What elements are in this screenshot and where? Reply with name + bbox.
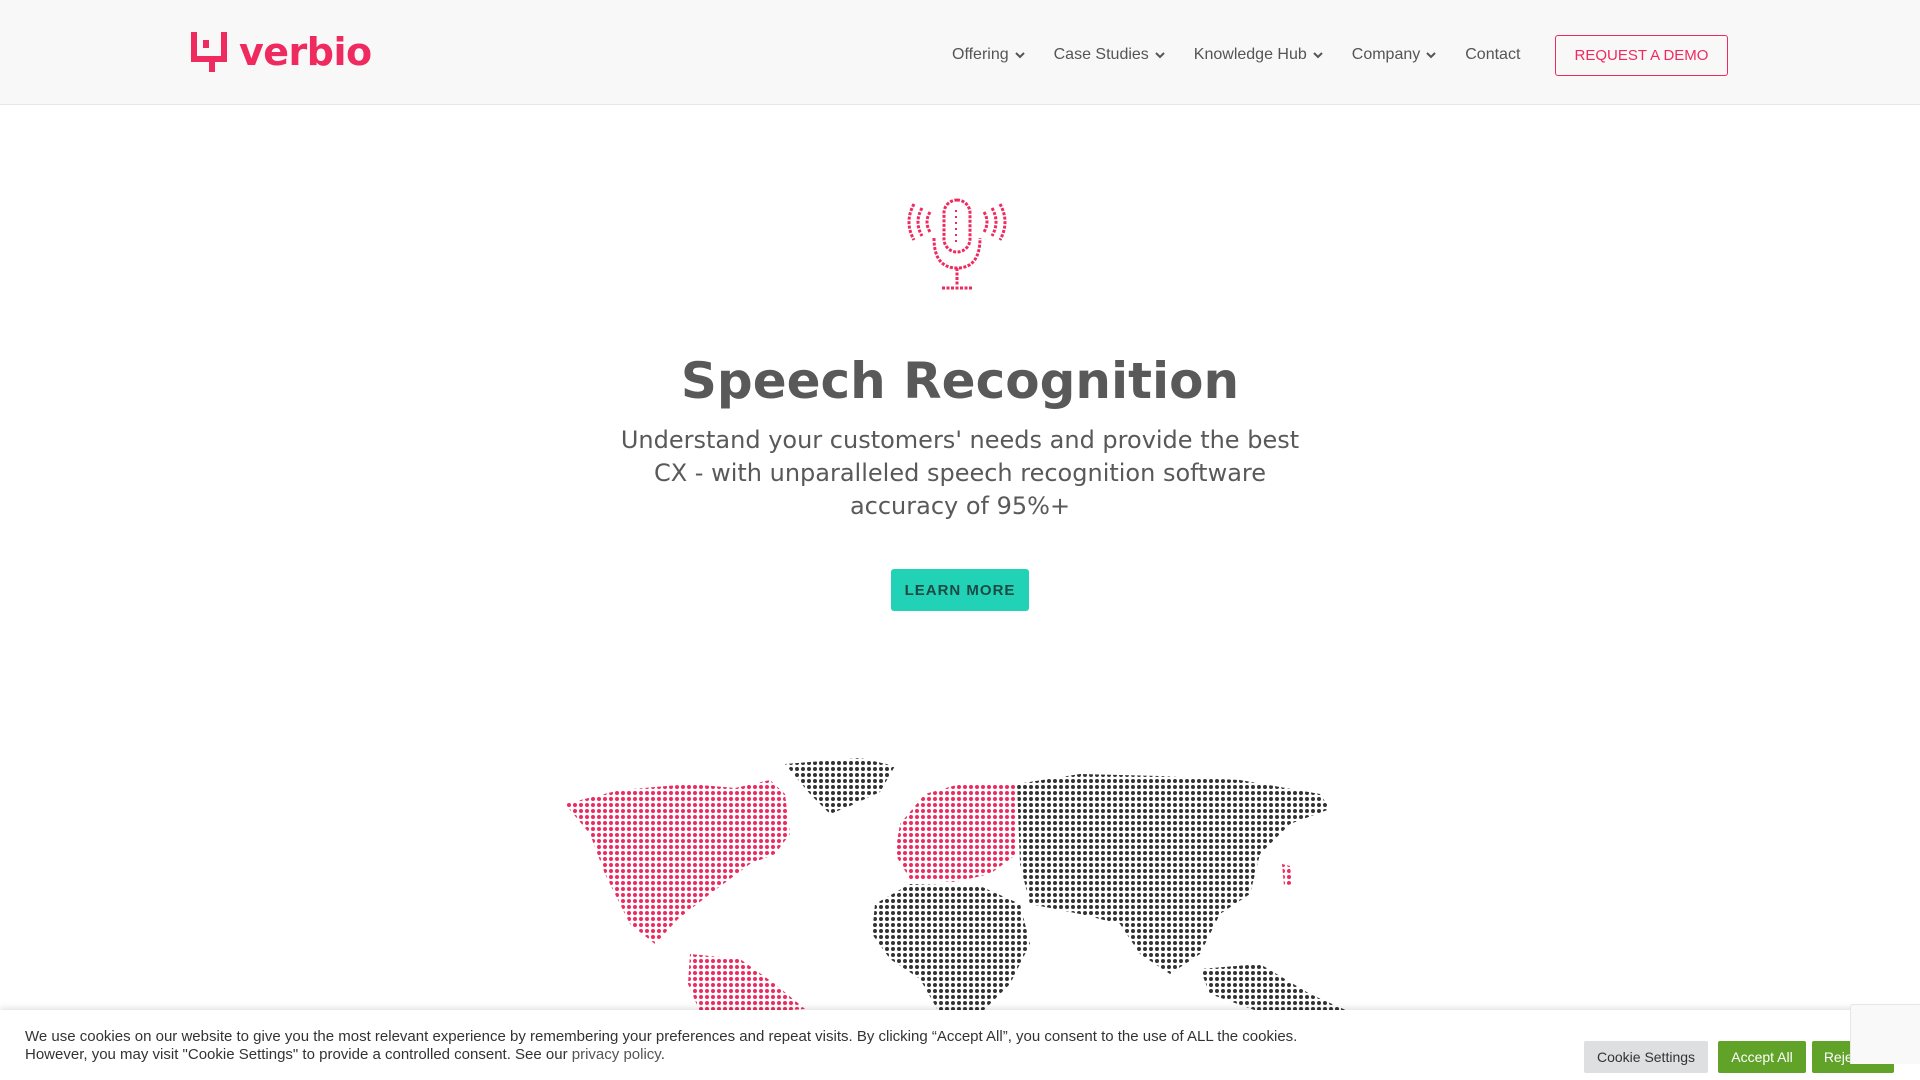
nav-item-contact[interactable]: Contact [1465,46,1520,64]
recaptcha-badge[interactable] [1850,1004,1920,1064]
cookie-banner: We use cookies on our website to give yo… [0,1010,1920,1080]
cookie-message: We use cookies on our website to give yo… [25,1028,1325,1064]
brand-logo[interactable]: verbio [191,32,372,72]
hero-subtitle: Understand your customers' needs and pro… [620,426,1300,520]
nav-item-knowledge-hub[interactable]: Knowledge Hub [1194,46,1323,64]
nav-label: Offering [952,46,1009,63]
brand-name: verbio [239,30,372,74]
chevron-down-icon [1014,52,1025,59]
chevron-down-icon [1426,52,1436,59]
request-demo-button[interactable]: REQUEST A DEMO [1555,35,1728,76]
cookie-text-end: . [660,1046,665,1063]
microphone-icon [907,198,1007,290]
site-header: verbio Offering Case Studies Knowledge H… [0,0,1920,105]
nav-item-offering[interactable]: Offering [952,46,1025,64]
nav-label: Contact [1465,46,1521,63]
accept-all-button[interactable]: Accept All [1718,1041,1806,1073]
chevron-down-icon [1155,52,1165,59]
chevron-down-icon [1313,52,1323,59]
nav-label: Case Studies [1053,46,1149,63]
learn-more-button[interactable]: LEARN MORE [891,569,1029,611]
north-america-region [565,780,790,944]
main-nav: Offering Case Studies Knowledge Hub Comp… [952,35,1549,75]
nav-item-case-studies[interactable]: Case Studies [1054,46,1165,64]
privacy-policy-link[interactable]: privacy policy [572,1046,661,1063]
south-america-region [688,954,805,1012]
africa-region [872,884,1030,1014]
world-map-graphic [565,758,1350,1014]
indonesia-region [1200,964,1350,1012]
europe-region [895,784,1017,882]
verbio-logo-icon [191,32,227,72]
nav-label: Company [1351,46,1421,63]
nav-item-company[interactable]: Company [1352,46,1436,64]
cookie-settings-button[interactable]: Cookie Settings [1584,1041,1708,1073]
japan-region [1282,864,1292,886]
nav-label: Knowledge Hub [1193,46,1307,63]
greenland-region [785,758,895,814]
page-title: Speech Recognition [680,352,1240,410]
